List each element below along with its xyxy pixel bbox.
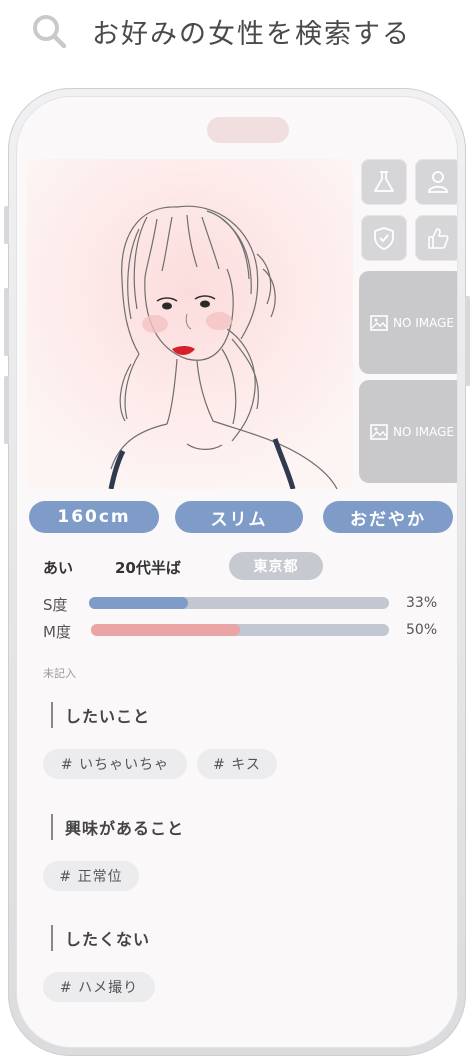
m-degree-bar [91,624,389,636]
photo-slot-2[interactable]: NO IMAGE [359,271,457,374]
photo-slot-3[interactable]: NO IMAGE [359,380,457,483]
dynamic-island [207,117,289,143]
shield-thumb[interactable] [361,215,407,261]
thumbs-up-thumb[interactable] [415,215,457,261]
section-title-dont: したくない [51,925,150,951]
tag-want-1[interactable]: # いちゃいちゃ [43,749,187,779]
body-type-pill: スリム [175,501,303,533]
image-icon [370,314,388,331]
thumbs-up-icon [428,228,449,249]
flask-thumb[interactable] [361,159,407,205]
section-title-want: したいこと [51,702,150,728]
no-image-label: NO IMAGE [392,315,454,330]
image-icon [370,423,388,440]
phone-screen: NO IMAGE NO IMAGE 160cm スリム おだやか あい 20代半… [17,97,457,1047]
phone-frame: NO IMAGE NO IMAGE 160cm スリム おだやか あい 20代半… [4,88,470,1056]
side-button [4,376,9,444]
unfilled-note: 未記入 [43,667,76,680]
s-degree-bar [89,597,389,609]
side-button [4,206,9,244]
s-degree-value: 33% [406,595,438,611]
side-button [4,288,9,356]
side-button [465,296,470,386]
left-eye [162,302,172,310]
m-degree-value: 50% [406,622,438,638]
m-degree-fill [91,624,240,636]
tag-interest-1[interactable]: # 正常位 [43,861,139,891]
m-degree-label: M度 [43,623,71,641]
tag-dont-1[interactable]: # ハメ撮り [43,972,155,1002]
right-eye [200,300,210,308]
s-degree-fill [89,597,188,609]
portrait-illustration [108,205,338,490]
search-title[interactable]: お好みの女性を検索する [92,12,411,51]
no-image-label: NO IMAGE [392,424,454,439]
person-thumb[interactable] [415,159,457,205]
person-icon [428,171,448,193]
tag-want-2[interactable]: # キス [197,749,277,779]
location-badge: 東京都 [229,552,323,580]
shield-check-icon [374,227,394,250]
s-degree-label: S度 [43,596,68,614]
search-header[interactable]: お好みの女性を検索する [30,8,450,54]
profile-name: あい [43,559,74,577]
flask-icon [374,171,394,192]
height-pill: 160cm [29,501,159,533]
search-icon [33,15,67,49]
personality-pill: おだやか [323,501,453,533]
profile-age: 20代半ば [115,559,181,577]
section-title-interest: 興味があること [51,814,184,840]
profile-photo[interactable] [27,159,353,490]
